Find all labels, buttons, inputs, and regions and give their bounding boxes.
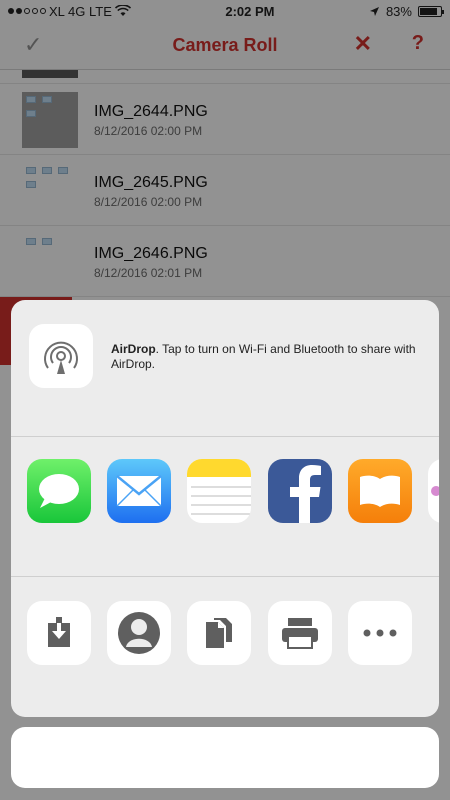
notes-icon[interactable] <box>187 459 251 523</box>
airdrop-section: AirDrop. Tap to turn on Wi-Fi and Blueto… <box>11 300 439 437</box>
facebook-icon[interactable] <box>268 459 332 523</box>
ibooks-icon[interactable] <box>348 459 412 523</box>
more-icon[interactable] <box>348 601 412 665</box>
share-apps-row <box>11 437 439 577</box>
airdrop-message: AirDrop. Tap to turn on Wi-Fi and Blueto… <box>111 342 427 372</box>
airdrop-description: . Tap to turn on Wi-Fi and Bluetooth to … <box>111 342 416 371</box>
share-sheet: AirDrop. Tap to turn on Wi-Fi and Blueto… <box>11 300 439 717</box>
cancel-button[interactable] <box>11 727 439 788</box>
contact-icon[interactable] <box>107 601 171 665</box>
messages-icon[interactable] <box>27 459 91 523</box>
mail-icon[interactable] <box>107 459 171 523</box>
print-icon[interactable] <box>268 601 332 665</box>
airdrop-title: AirDrop <box>111 342 156 356</box>
save-to-files-icon[interactable] <box>27 601 91 665</box>
app-icon-partial[interactable] <box>428 459 439 523</box>
copy-icon[interactable] <box>187 601 251 665</box>
airdrop-icon[interactable] <box>29 324 93 388</box>
share-actions-row <box>11 577 439 717</box>
